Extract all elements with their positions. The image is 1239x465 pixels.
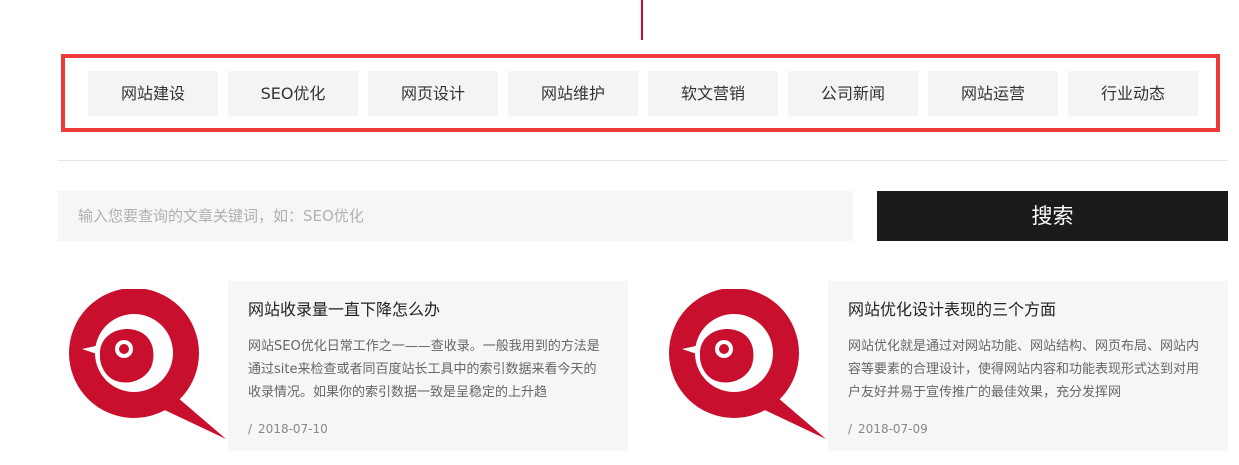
- article-date: 2018-07-09: [858, 422, 928, 436]
- article-search-input[interactable]: [58, 191, 853, 241]
- article-title[interactable]: 网站优化设计表现的三个方面: [848, 299, 1208, 321]
- article-meta: / 2018-07-09: [848, 420, 1208, 438]
- section-divider: [58, 160, 1228, 161]
- article-excerpt: 网站SEO优化日常工作之一——查收录。一般我用到的方法是通过site来检查或者同…: [248, 339, 600, 400]
- tab-company-news[interactable]: 公司新闻: [788, 71, 918, 116]
- tab-seo[interactable]: SEO优化: [228, 71, 358, 116]
- top-accent-line: [641, 0, 643, 40]
- article-card[interactable]: 网站优化设计表现的三个方面 网站优化就是通过对网站功能、网站结构、网页布局、网站…: [828, 281, 1228, 451]
- tab-website-building[interactable]: 网站建设: [88, 71, 218, 116]
- tab-website-operation[interactable]: 网站运营: [928, 71, 1058, 116]
- article-card[interactable]: 网站收录量一直下降怎么办 网站SEO优化日常工作之一——查收录。一般我用到的方法…: [228, 281, 628, 451]
- date-separator: /: [848, 422, 853, 436]
- date-separator: /: [248, 422, 253, 436]
- article-meta: / 2018-07-10: [248, 420, 608, 438]
- tab-website-maintenance[interactable]: 网站维护: [508, 71, 638, 116]
- article-date: 2018-07-10: [258, 422, 328, 436]
- tab-soft-article-marketing[interactable]: 软文营销: [648, 71, 778, 116]
- page: 网站建设 SEO优化 网页设计 网站维护 软文营销 公司新闻 网站运营 行业动态…: [0, 0, 1239, 465]
- tab-web-design[interactable]: 网页设计: [368, 71, 498, 116]
- bird-logo-icon[interactable]: [666, 289, 826, 441]
- tab-industry-news[interactable]: 行业动态: [1068, 71, 1198, 116]
- article-title[interactable]: 网站收录量一直下降怎么办: [248, 299, 608, 321]
- bird-logo-icon[interactable]: [66, 289, 226, 441]
- article-excerpt: 网站优化就是通过对网站功能、网站结构、网页布局、网站内容等要素的合理设计，使得网…: [848, 339, 1200, 400]
- search-button[interactable]: 搜索: [877, 191, 1228, 241]
